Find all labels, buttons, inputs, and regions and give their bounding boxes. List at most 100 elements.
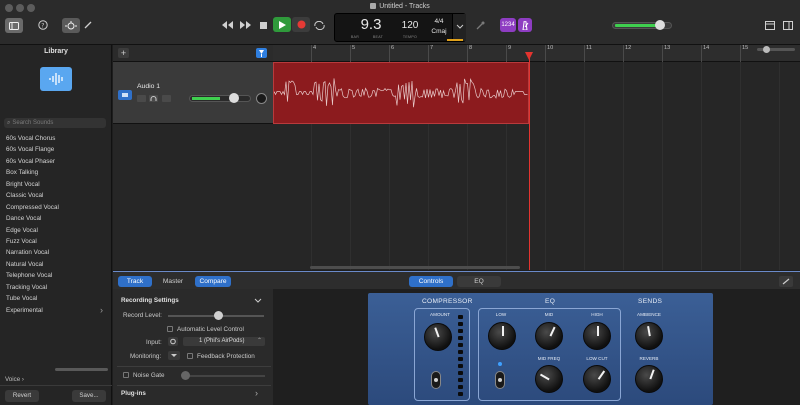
input-label: Input: — [146, 339, 162, 346]
input-format-button[interactable] — [168, 337, 178, 346]
library-scrollbar[interactable] — [55, 368, 108, 371]
eq-mid-knob[interactable] — [535, 322, 563, 350]
library-search-input[interactable]: ⌕ Search Sounds — [4, 118, 106, 128]
plugin-settings-button[interactable] — [779, 276, 793, 287]
editors-button[interactable] — [83, 19, 93, 31]
cycle-button[interactable] — [313, 19, 325, 31]
library-item[interactable]: 60s Vocal Phaser — [0, 156, 112, 167]
tab-master[interactable]: Master — [156, 276, 190, 287]
library-item[interactable]: Dance Vocal — [0, 213, 112, 224]
mono-icon — [170, 338, 176, 345]
notepad-button[interactable] — [764, 19, 776, 31]
play-button[interactable] — [273, 17, 291, 32]
mid-freq-label: MID FREQ — [537, 356, 561, 361]
monitoring-button[interactable] — [168, 351, 180, 360]
save-button[interactable]: Save... — [72, 390, 106, 402]
eq-mid-freq-knob[interactable] — [535, 365, 563, 393]
library-item[interactable]: Fuzz Vocal — [0, 236, 112, 247]
noise-gate-checkbox[interactable]: Noise Gate — [123, 372, 165, 379]
catch-playhead-button[interactable] — [256, 48, 267, 58]
audio-region[interactable] — [273, 62, 529, 124]
library-item[interactable]: Narration Vocal — [0, 247, 112, 258]
master-volume-slider[interactable] — [612, 20, 672, 30]
record-level-knob[interactable] — [214, 311, 223, 320]
input-monitor-button[interactable] — [162, 95, 171, 102]
playhead[interactable] — [529, 52, 530, 270]
auto-level-checkbox[interactable]: Automatic Level Control — [167, 326, 244, 333]
metronome-button[interactable] — [518, 18, 532, 32]
ruler-mark: 14 — [703, 45, 710, 51]
tab-track[interactable]: Track — [118, 276, 152, 287]
tab-controls[interactable]: Controls — [409, 276, 453, 287]
track-volume-slider[interactable] — [189, 93, 251, 103]
record-level-label: Record Level: — [123, 312, 162, 319]
low-label: LOW — [495, 312, 507, 317]
noise-gate-knob[interactable] — [181, 371, 190, 380]
compressor-toggle[interactable] — [431, 371, 441, 389]
reverb-label: REVERB — [639, 356, 659, 361]
monitor-icon — [171, 354, 177, 357]
lcd-display[interactable]: 9.3 BAR BEAT 120 TEMPO 4/4 Cmaj — [334, 13, 466, 42]
library-item[interactable]: Classic Vocal — [0, 190, 112, 201]
chevron-right-icon[interactable]: › — [255, 388, 258, 398]
lcd-menu-button[interactable] — [452, 14, 466, 41]
tuner-button[interactable] — [474, 19, 486, 31]
library-item[interactable]: Bright Vocal — [0, 179, 112, 190]
record-button[interactable] — [292, 17, 310, 32]
stop-button[interactable] — [258, 20, 268, 30]
library-item-folder[interactable]: Experimental — [0, 305, 112, 317]
rewind-button[interactable] — [221, 19, 234, 31]
ambience-knob[interactable] — [635, 322, 663, 350]
compare-button[interactable]: Compare — [195, 276, 231, 287]
library-item[interactable]: Tube Vocal — [0, 293, 112, 304]
feedback-protection-checkbox[interactable]: Feedback Protection — [187, 353, 255, 360]
eq-low-cut-knob[interactable] — [583, 365, 611, 393]
eq-low-knob[interactable] — [488, 322, 516, 350]
track-header-bar: + — [113, 45, 273, 62]
library-item[interactable]: Natural Vocal — [0, 259, 112, 270]
playhead-handle[interactable] — [525, 52, 533, 60]
record-level-slider[interactable] — [168, 311, 264, 320]
library-button[interactable] — [5, 18, 23, 33]
zoom-slider[interactable] — [757, 46, 795, 53]
library-item[interactable]: Edge Vocal — [0, 225, 112, 236]
input-select[interactable]: 1 (Phil's AirPods) ⌃ — [183, 337, 265, 346]
smart-controls-button[interactable] — [62, 18, 80, 33]
chevron-down-icon[interactable] — [254, 298, 262, 304]
track-pan-knob[interactable] — [256, 93, 267, 104]
divider — [0, 385, 112, 386]
library-item[interactable]: Box Talking — [0, 167, 112, 178]
fast-forward-button[interactable] — [239, 19, 252, 31]
mute-button[interactable] — [137, 95, 146, 102]
add-track-button[interactable]: + — [118, 48, 129, 58]
tracks-scrollbar[interactable] — [310, 266, 520, 269]
plugins-section-title[interactable]: Plug-ins — [121, 390, 146, 397]
eq-toggle[interactable] — [495, 371, 505, 389]
reverb-knob[interactable] — [635, 365, 663, 393]
track-name[interactable]: Audio 1 — [137, 83, 160, 90]
library-item[interactable]: 60s Vocal Flange — [0, 144, 112, 155]
compressor-amount-knob[interactable] — [424, 323, 452, 351]
tab-eq[interactable]: EQ — [457, 276, 501, 287]
library-item[interactable]: 60s Vocal Chorus — [0, 133, 112, 144]
track-volume-knob[interactable] — [229, 93, 239, 103]
eq-high-knob[interactable] — [583, 322, 611, 350]
headphones-button[interactable] — [149, 95, 158, 102]
low-cut-label: LOW CUT — [586, 356, 608, 361]
count-in-button[interactable]: 1234 — [500, 18, 516, 32]
timeline-ruler[interactable]: 4 5 6 7 8 9 10 11 12 13 14 15 — [273, 45, 800, 62]
zoom-slider-knob[interactable] — [763, 46, 770, 53]
ruler-mark: 4 — [313, 45, 317, 51]
help-button[interactable]: ? — [37, 19, 49, 31]
revert-button[interactable]: Revert — [5, 390, 39, 402]
master-volume-knob[interactable] — [655, 20, 665, 30]
library-item[interactable]: Compressed Vocal — [0, 202, 112, 213]
rewind-icon — [222, 21, 233, 29]
library-breadcrumb[interactable]: Voice › — [5, 376, 24, 383]
noise-gate-slider[interactable] — [181, 371, 265, 380]
library-item[interactable]: Tracking Vocal — [0, 282, 112, 293]
ruler-mark: 5 — [352, 45, 356, 51]
track-header-audio-1[interactable]: Audio 1 — [113, 62, 273, 124]
loop-browser-button[interactable] — [782, 19, 794, 31]
library-item[interactable]: Telephone Vocal — [0, 270, 112, 281]
